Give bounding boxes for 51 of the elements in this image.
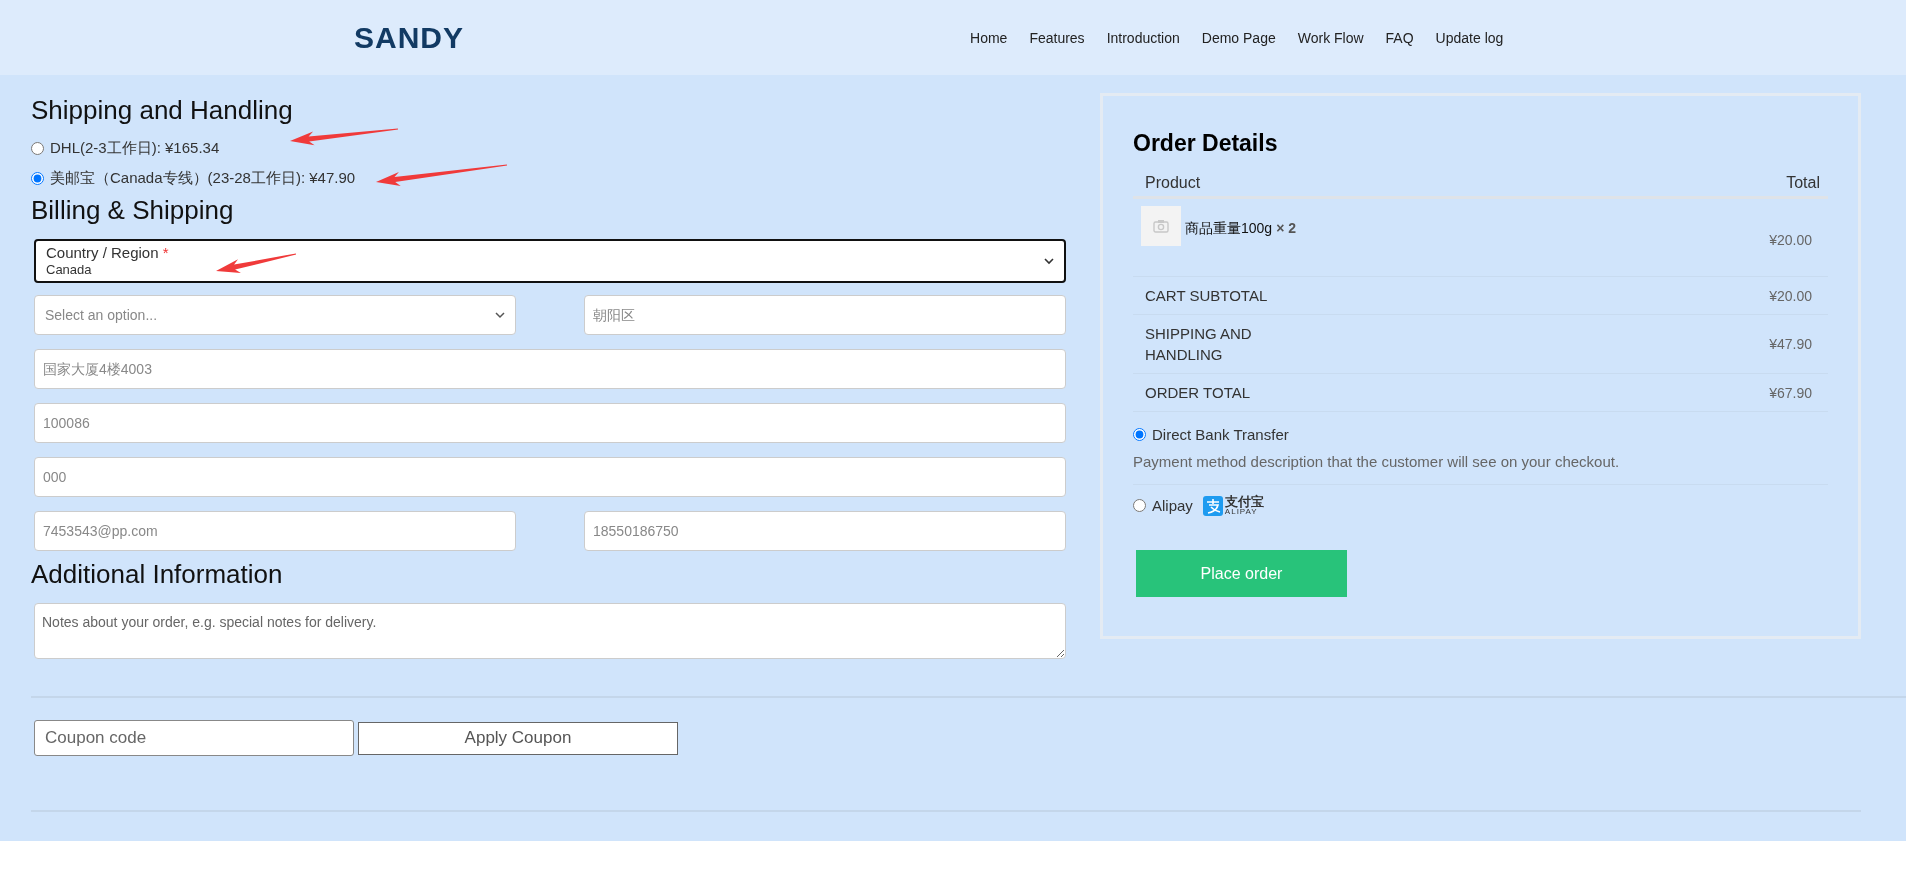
payment-method-label: Direct Bank Transfer [1152, 426, 1289, 443]
product-quantity: × 2 [1276, 220, 1296, 236]
column-header: Product [1145, 174, 1201, 192]
input-field[interactable]: 7453543@pp.com [34, 511, 516, 551]
line-total: ¥20.00 [1769, 232, 1812, 248]
alipay-logo-subtext: ALIPAY [1224, 508, 1258, 516]
radio-button[interactable] [31, 171, 44, 185]
nav-link[interactable]: Demo Page [1201, 29, 1276, 46]
select-field[interactable]: Select an option... [34, 295, 516, 335]
product-name: 商品重量100g [1185, 220, 1273, 238]
total-label: CART SUBTOTAL [1145, 286, 1268, 306]
chevron-down-icon [495, 311, 505, 319]
total-label: ORDER TOTAL [1145, 383, 1251, 403]
country-select[interactable]: Country / Region * Canada [34, 239, 1066, 283]
coupon-field[interactable]: Coupon code [34, 720, 354, 756]
input-field[interactable]: 国家大厦4楼4003 [34, 349, 1066, 389]
shipping-option-label: 美邮宝（Canada专线）(23-28工作日): ¥47.90 [50, 168, 356, 188]
nav-link[interactable]: Introduction [1106, 29, 1180, 46]
total-value: ¥67.90 [1769, 384, 1812, 401]
radio-button[interactable] [1133, 428, 1146, 441]
input-field[interactable]: 朝阳区 [584, 295, 1066, 335]
radio-button[interactable] [31, 141, 44, 155]
section-heading: Shipping and Handling [31, 94, 294, 127]
field-value: Canada [46, 261, 93, 278]
nav-link[interactable]: FAQ [1385, 29, 1414, 46]
input-field[interactable]: 100086 [34, 403, 1066, 443]
camera-icon [1153, 219, 1169, 233]
column-header: Total [1786, 174, 1820, 192]
shipping-option-label: DHL(2-3工作日): ¥165.34 [50, 138, 220, 158]
alipay-logo-icon [1202, 495, 1223, 516]
nav-link[interactable]: Work Flow [1297, 29, 1364, 46]
total-label: SHIPPING AND HANDLING [1145, 324, 1253, 365]
input-field[interactable]: 000 [34, 457, 1066, 497]
payment-method-label: Alipay [1152, 497, 1193, 514]
section-heading: Billing & Shipping [31, 194, 235, 227]
alipay-logo-text: 支付宝 [1224, 495, 1264, 508]
nav-link[interactable]: Update log [1435, 29, 1504, 46]
notes-field[interactable]: Notes about your order, e.g. special notes for delivery. [34, 603, 1066, 659]
section-heading: Additional Information [31, 558, 284, 591]
field-label: Country / Region * [46, 244, 169, 261]
radio-button[interactable] [1133, 499, 1146, 512]
input-field[interactable]: 18550186750 [584, 511, 1066, 551]
site-logo[interactable]: SANDY [354, 20, 464, 55]
chevron-down-icon [1044, 257, 1054, 265]
nav-link[interactable]: Home [970, 29, 1008, 46]
nav-link[interactable]: Features [1029, 29, 1085, 46]
total-value: ¥47.90 [1769, 336, 1812, 352]
apply-coupon-button[interactable]: Apply Coupon [358, 721, 678, 755]
payment-description: Payment method description that the customer will see on your checkout. [1133, 453, 1621, 470]
panel-title: Order Details [1133, 129, 1279, 158]
total-value: ¥20.00 [1769, 287, 1812, 304]
